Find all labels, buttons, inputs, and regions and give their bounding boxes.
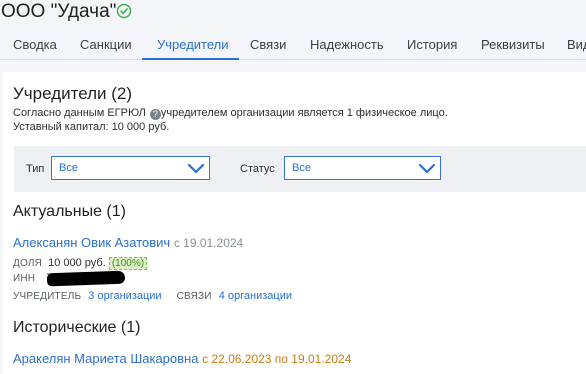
current-founder-row: Алексанян Овик Азатович с 19.01.2024: [13, 235, 243, 250]
description-start: Согласно данным ЕГРЮЛ: [13, 107, 146, 119]
company-header: ООО "Удача" Сводка Санкции Учредители Св…: [0, 0, 586, 71]
authorized-capital: Уставный капитал: 10 000 руб.: [13, 121, 170, 133]
tab-sanctions[interactable]: Санкции: [80, 37, 132, 52]
historical-founder-row: Аракелян Мариета Шакаровна с 22.06.2023 …: [13, 351, 351, 366]
company-name: ООО "Удача": [1, 1, 117, 22]
share-value: 10 000 руб.: [48, 257, 106, 269]
share-percent-badge: (100%): [108, 257, 148, 270]
historical-founder-period: с 22.06.2023 по 19.01.2024: [202, 352, 352, 366]
section-description: Согласно данным ЕГРЮЛ ? учредителем орган…: [13, 107, 448, 120]
tab-summary[interactable]: Сводка: [13, 37, 57, 52]
active-tab-indicator: [142, 58, 239, 60]
status-filter-label: Статус: [240, 163, 275, 175]
section-title: Учредители (2): [13, 84, 133, 103]
current-founder-since: с 19.01.2024: [173, 236, 244, 250]
founder-orgs-link[interactable]: 3 организации: [88, 290, 161, 302]
tab-requisites[interactable]: Реквизиты: [481, 37, 545, 52]
tab-reliability[interactable]: Надежность: [310, 37, 384, 52]
founders-card: Учредители (2) Согласно данным ЕГРЮЛ ? уч…: [3, 72, 586, 374]
filter-bar: Тип Все Статус Все: [14, 146, 586, 192]
share-label: ДОЛЯ: [13, 258, 43, 269]
current-founder-name-link[interactable]: Алексанян Овик Азатович: [13, 235, 170, 250]
status-select[interactable]: Все: [284, 156, 441, 180]
tab-history[interactable]: История: [407, 37, 457, 52]
connections-orgs-link[interactable]: 4 организации: [219, 290, 292, 302]
share-row: ДОЛЯ 10 000 руб. (100%): [13, 257, 148, 270]
help-icon[interactable]: ?: [149, 109, 161, 120]
chevron-down-icon: [187, 163, 205, 174]
description-end: учредителем организации является 1 физич…: [160, 107, 448, 119]
historical-founders-heading: Исторические (1): [13, 319, 141, 336]
tab-view[interactable]: Вид: [567, 37, 586, 52]
type-filter-label: Тип: [26, 163, 45, 175]
tab-divider: [0, 59, 586, 60]
current-founders-heading: Актуальные (1): [13, 203, 126, 220]
verified-check-icon: [116, 3, 132, 19]
historical-founder-name-link[interactable]: Аракелян Мариета Шакаровна: [13, 351, 198, 366]
inn-label: ИНН: [13, 273, 36, 284]
status-select-value: Все: [292, 162, 311, 174]
chevron-down-icon: [418, 163, 436, 174]
redaction-mark: [46, 270, 126, 287]
tab-founders[interactable]: Учредители: [157, 37, 229, 52]
type-select-value: Все: [59, 162, 78, 174]
founder-label: УЧРЕДИТЕЛЬ: [13, 291, 82, 302]
tab-bar: Сводка Санкции Учредители Связи Надежнос…: [0, 28, 586, 60]
tab-connections[interactable]: Связи: [250, 37, 286, 52]
type-select[interactable]: Все: [51, 156, 210, 180]
connections-label: СВЯЗИ: [176, 291, 212, 302]
founder-links-row: УЧРЕДИТЕЛЬ 3 организации СВЯЗИ 4 организ…: [13, 290, 292, 302]
